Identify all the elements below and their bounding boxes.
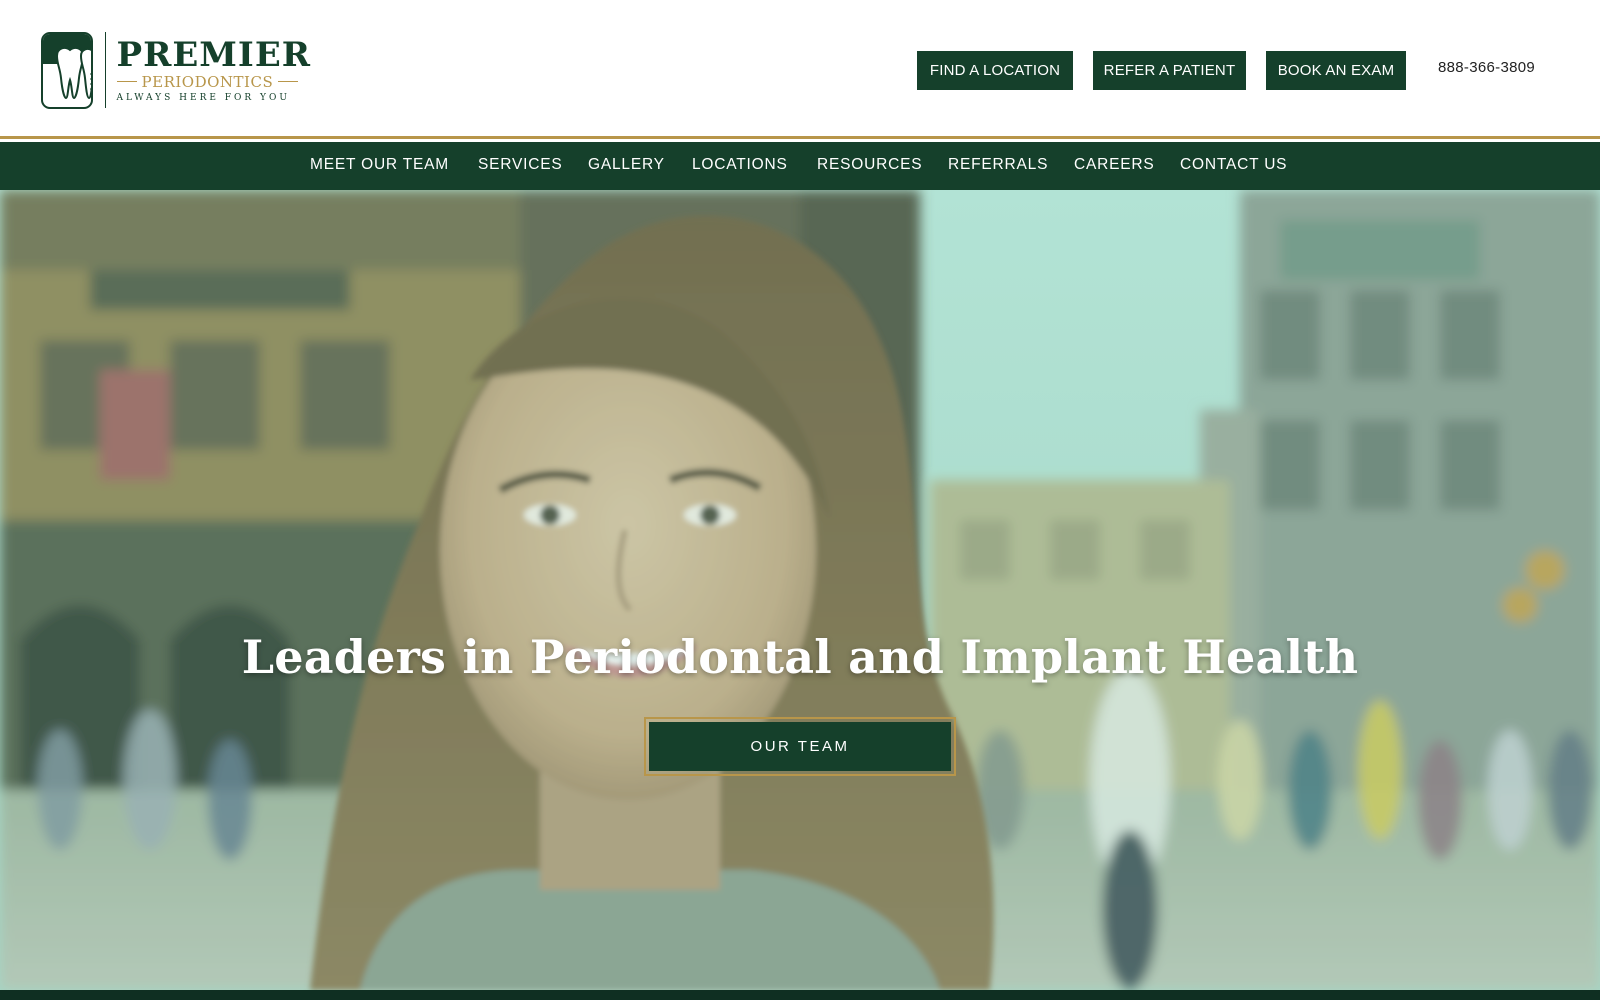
hero-cta-frame: OUR TEAM	[644, 717, 956, 776]
nav-item-contact-us[interactable]: CONTACT US	[1180, 156, 1287, 174]
site-header: PREMIER PERIODONTICS ALWAYS HERE FOR YOU…	[0, 0, 1600, 139]
nav-item-careers[interactable]: CAREERS	[1074, 156, 1155, 174]
book-exam-button[interactable]: BOOK AN EXAM	[1266, 51, 1406, 90]
phone-link[interactable]: 888-366-3809	[1438, 59, 1535, 76]
nav-item-locations[interactable]: LOCATIONS	[692, 156, 788, 174]
tooth-logo-icon	[41, 31, 93, 109]
subtitle-rule-right	[278, 81, 299, 82]
subtitle-rule-left	[116, 81, 137, 82]
brand-name: PREMIER	[116, 34, 311, 75]
hero-overlay	[0, 190, 1600, 990]
site-logo[interactable]: PREMIER PERIODONTICS ALWAYS HERE FOR YOU	[41, 31, 311, 109]
footer-strip	[0, 990, 1600, 1000]
hero-title: Leaders in Periodontal and Implant Healt…	[241, 630, 1359, 684]
logo-wordmark: PREMIER PERIODONTICS ALWAYS HERE FOR YOU	[116, 34, 311, 103]
brand-subtitle: PERIODONTICS	[141, 72, 274, 91]
logo-divider	[104, 32, 106, 108]
refer-patient-button[interactable]: REFER A PATIENT	[1093, 51, 1246, 90]
hero-section: Leaders in Periodontal and Implant Healt…	[0, 190, 1600, 990]
nav-item-services[interactable]: SERVICES	[478, 156, 563, 174]
our-team-button[interactable]: OUR TEAM	[649, 722, 951, 771]
brand-subtitle-row: PERIODONTICS	[116, 72, 299, 91]
nav-item-gallery[interactable]: GALLERY	[588, 156, 665, 174]
nav-item-resources[interactable]: RESOURCES	[817, 156, 922, 174]
brand-tagline: ALWAYS HERE FOR YOU	[116, 92, 290, 103]
nav-item-meet-our-team[interactable]: MEET OUR TEAM	[310, 156, 449, 174]
main-nav: MEET OUR TEAM SERVICES GALLERY LOCATIONS…	[0, 142, 1600, 190]
nav-item-referrals[interactable]: REFERRALS	[948, 156, 1048, 174]
find-location-button[interactable]: FIND A LOCATION	[917, 51, 1073, 90]
